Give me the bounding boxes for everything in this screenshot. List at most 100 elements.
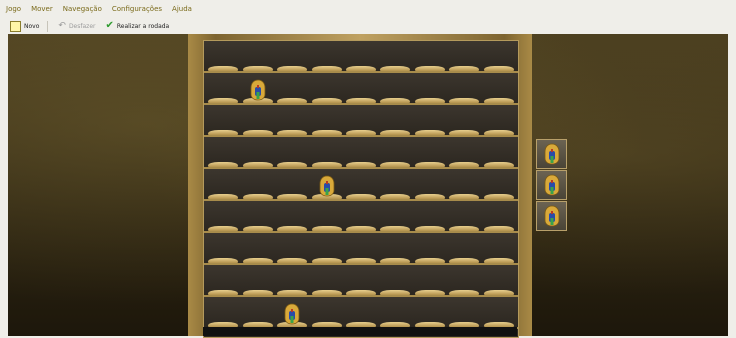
board-slot[interactable] <box>414 290 445 295</box>
board-slot[interactable] <box>483 66 514 71</box>
board-slot[interactable] <box>346 66 376 71</box>
board-slot[interactable] <box>449 258 480 263</box>
side-tray <box>536 139 568 233</box>
board-slot[interactable] <box>346 258 376 263</box>
board-slot[interactable] <box>483 290 514 295</box>
board-slot[interactable] <box>311 66 342 71</box>
board-slot[interactable] <box>380 130 411 135</box>
pharaoh-piece[interactable] <box>283 303 301 325</box>
board-slot[interactable] <box>242 162 273 167</box>
board-slot[interactable] <box>208 66 239 71</box>
toolbar: Novo ↶ Desfazer ✔ Realizar a rodada <box>0 18 736 35</box>
board-slot[interactable] <box>277 194 308 199</box>
pharaoh-piece[interactable] <box>543 174 561 196</box>
board-slot[interactable] <box>414 194 445 199</box>
board-slot[interactable] <box>277 162 308 167</box>
board-slot[interactable] <box>242 226 273 231</box>
check-icon: ✔ <box>105 20 114 31</box>
board-slot[interactable] <box>483 98 514 103</box>
board-slot[interactable] <box>208 290 239 295</box>
board-slot[interactable] <box>277 98 308 103</box>
board-slot[interactable] <box>277 290 308 295</box>
board-slot[interactable] <box>242 66 273 71</box>
board-slot[interactable] <box>449 194 480 199</box>
board-slot[interactable] <box>380 290 411 295</box>
menu-configuracoes[interactable]: Configurações <box>108 5 166 13</box>
board-slot[interactable] <box>380 66 411 71</box>
board-slot[interactable] <box>346 226 376 231</box>
board-slot[interactable] <box>242 290 273 295</box>
board-slot[interactable] <box>380 98 411 103</box>
board-slot[interactable] <box>346 98 376 103</box>
board-slot[interactable] <box>449 130 480 135</box>
side-tray-slot[interactable] <box>536 170 567 200</box>
board-slot[interactable] <box>208 162 239 167</box>
board-slot[interactable] <box>311 290 342 295</box>
game-board[interactable] <box>203 40 519 338</box>
board-slot[interactable] <box>483 226 514 231</box>
board-slot[interactable] <box>208 194 239 199</box>
board-slot[interactable] <box>311 258 342 263</box>
board-slot[interactable] <box>346 162 376 167</box>
board-row <box>204 201 518 233</box>
board-slot[interactable] <box>208 130 239 135</box>
board-slot[interactable] <box>380 194 411 199</box>
pharaoh-piece[interactable] <box>543 143 561 165</box>
board-row <box>204 169 518 201</box>
left-margin <box>0 34 8 336</box>
board-slot[interactable] <box>449 290 480 295</box>
board-slot[interactable] <box>311 162 342 167</box>
menu-navegacao[interactable]: Navegação <box>59 5 106 13</box>
board-slot[interactable] <box>380 162 411 167</box>
board-slot[interactable] <box>242 130 273 135</box>
board-slot[interactable] <box>483 130 514 135</box>
right-margin <box>728 34 736 336</box>
board-slot[interactable] <box>208 98 239 103</box>
board-slot[interactable] <box>311 226 342 231</box>
board-slot[interactable] <box>208 258 239 263</box>
board-slot[interactable] <box>414 66 445 71</box>
board-slot[interactable] <box>449 66 480 71</box>
board-slot[interactable] <box>242 194 273 199</box>
board-slot[interactable] <box>449 226 480 231</box>
new-button[interactable]: Novo <box>10 20 40 32</box>
board-slot[interactable] <box>346 194 376 199</box>
board-slot[interactable] <box>208 226 239 231</box>
board-slot[interactable] <box>311 98 342 103</box>
board-slot[interactable] <box>449 162 480 167</box>
menu-mover[interactable]: Mover <box>27 5 57 13</box>
board-slot[interactable] <box>414 226 445 231</box>
board-slot[interactable] <box>414 130 445 135</box>
board-slot[interactable] <box>277 130 308 135</box>
pharaoh-piece[interactable] <box>318 175 336 197</box>
board-slot[interactable] <box>483 194 514 199</box>
board-slot[interactable] <box>449 98 480 103</box>
board-slot[interactable] <box>380 258 411 263</box>
board-row <box>204 265 518 297</box>
board-slot[interactable] <box>346 130 376 135</box>
board-row <box>204 137 518 169</box>
board-slot[interactable] <box>483 162 514 167</box>
board-slot[interactable] <box>277 66 308 71</box>
side-tray-slot[interactable] <box>536 201 567 231</box>
play-turn-button-label: Realizar a rodada <box>116 22 170 30</box>
pharaoh-piece[interactable] <box>543 205 561 227</box>
board-slot[interactable] <box>242 258 273 263</box>
board-slot[interactable] <box>414 258 445 263</box>
board-slot[interactable] <box>311 130 342 135</box>
menu-ajuda[interactable]: Ajuda <box>168 5 196 13</box>
board-slot[interactable] <box>414 98 445 103</box>
board-slot[interactable] <box>414 162 445 167</box>
play-turn-button[interactable]: ✔ Realizar a rodada <box>105 21 169 31</box>
pharaoh-piece[interactable] <box>249 79 267 101</box>
board-slot[interactable] <box>277 226 308 231</box>
side-tray-slot[interactable] <box>536 139 567 169</box>
board-slot[interactable] <box>483 258 514 263</box>
undo-button-label: Desfazer <box>68 22 96 30</box>
undo-button[interactable]: ↶ Desfazer <box>58 21 96 31</box>
new-button-label: Novo <box>24 22 40 30</box>
board-slot[interactable] <box>277 258 308 263</box>
board-slot[interactable] <box>380 226 411 231</box>
board-slot[interactable] <box>346 290 376 295</box>
menu-jogo[interactable]: Jogo <box>2 5 25 13</box>
